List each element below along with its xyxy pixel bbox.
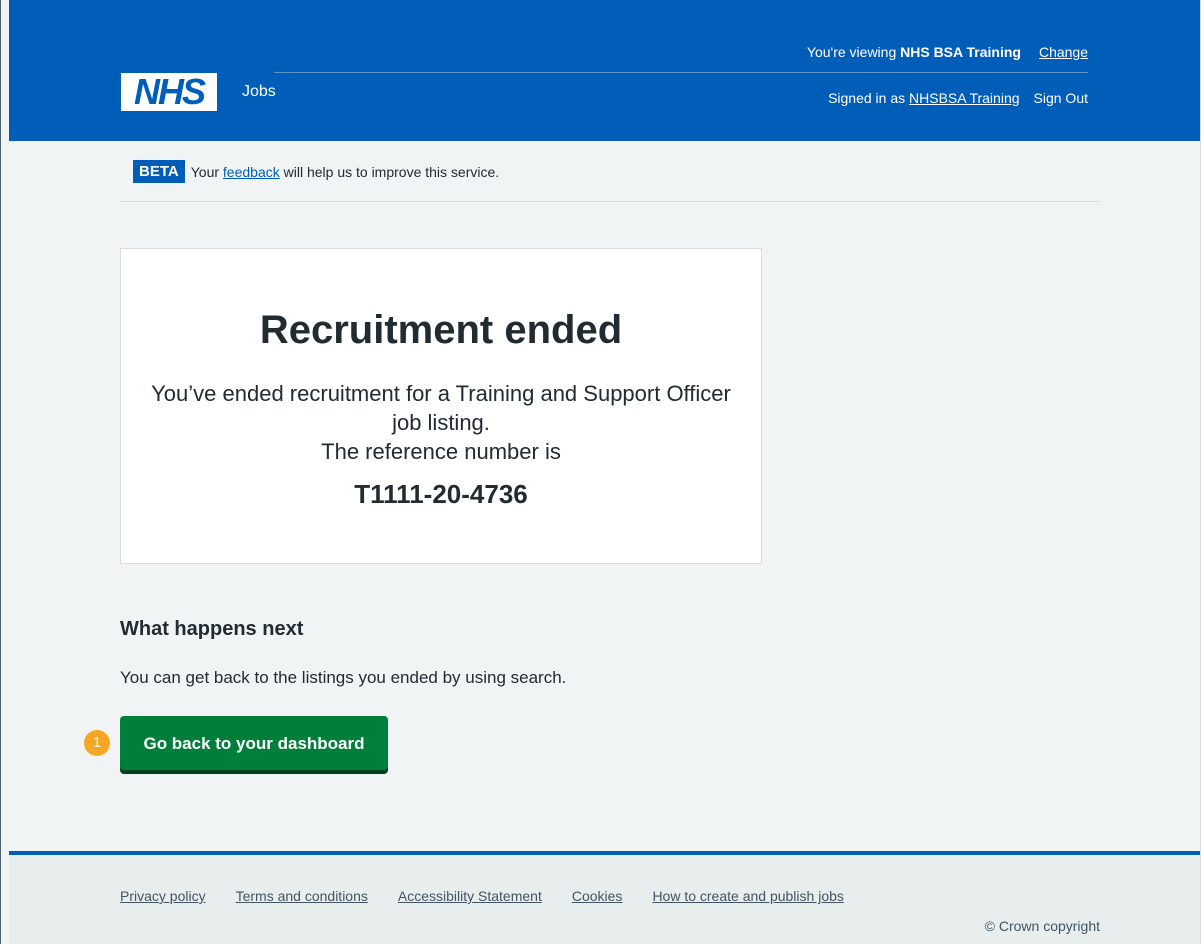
footer-link-terms[interactable]: Terms and conditions xyxy=(236,888,368,904)
beta-text-after: will help us to improve this service. xyxy=(283,163,500,180)
account-link[interactable]: NHSBSA Training xyxy=(909,90,1020,106)
dashboard-button-wrapper: Go back to your dashboard xyxy=(120,716,388,770)
site-header: You're viewing NHS BSA Training Change N… xyxy=(9,0,1201,141)
account-bar: Signed in as NHSBSA Training Sign Out xyxy=(828,90,1088,106)
step-marker: 1 xyxy=(84,730,110,756)
nhs-logo-text: NHS xyxy=(133,71,206,112)
reference-number: T1111-20-4736 xyxy=(354,479,528,509)
footer-links: Privacy policy Terms and conditions Acce… xyxy=(120,888,844,904)
nhs-logo[interactable]: NHS xyxy=(121,73,217,111)
sign-out-link[interactable]: Sign Out xyxy=(1034,90,1088,106)
site-footer: Privacy policy Terms and conditions Acce… xyxy=(9,851,1201,944)
beta-divider xyxy=(120,201,1100,202)
footer-link-cookies[interactable]: Cookies xyxy=(572,888,623,904)
beta-text: Your feedback will help us to improve th… xyxy=(191,164,499,180)
confirmation-title: Recruitment ended xyxy=(259,308,623,352)
beta-tag: BETA xyxy=(133,160,185,183)
copyright: © Crown copyright xyxy=(984,918,1100,934)
viewing-text: You're viewing NHS BSA Training xyxy=(807,44,1021,60)
viewing-org-bar: You're viewing NHS BSA Training Change xyxy=(807,44,1088,60)
go-to-dashboard-button[interactable]: Go back to your dashboard xyxy=(120,716,388,770)
beta-text-before: Your xyxy=(190,163,220,180)
feedback-link[interactable]: feedback xyxy=(223,164,280,180)
reference-label: The reference number is xyxy=(321,439,561,464)
confirmation-panel: Recruitment ended You’ve ended recruitme… xyxy=(120,248,762,564)
viewing-prefix: You're viewing xyxy=(806,44,897,60)
signed-in-prefix: Signed in as xyxy=(828,90,906,106)
confirmation-message: You’ve ended recruitment for a Training … xyxy=(151,381,731,435)
footer-link-accessibility[interactable]: Accessibility Statement xyxy=(398,888,542,904)
viewing-org-name: NHS BSA Training xyxy=(900,44,1021,60)
service-name: Jobs xyxy=(242,83,276,100)
confirmation-body: You’ve ended recruitment for a Training … xyxy=(121,379,761,466)
beta-banner: BETA Your feedback will help us to impro… xyxy=(133,160,499,183)
next-steps-text: You can get back to the listings you end… xyxy=(120,668,567,687)
header-divider xyxy=(274,72,1088,73)
window-border-left xyxy=(0,0,1,944)
change-org-link[interactable]: Change xyxy=(1039,44,1088,60)
next-steps-heading: What happens next xyxy=(120,618,304,640)
footer-link-privacy[interactable]: Privacy policy xyxy=(120,888,206,904)
signed-in-text: Signed in as NHSBSA Training xyxy=(828,90,1019,106)
footer-link-how-to-publish[interactable]: How to create and publish jobs xyxy=(652,888,843,904)
